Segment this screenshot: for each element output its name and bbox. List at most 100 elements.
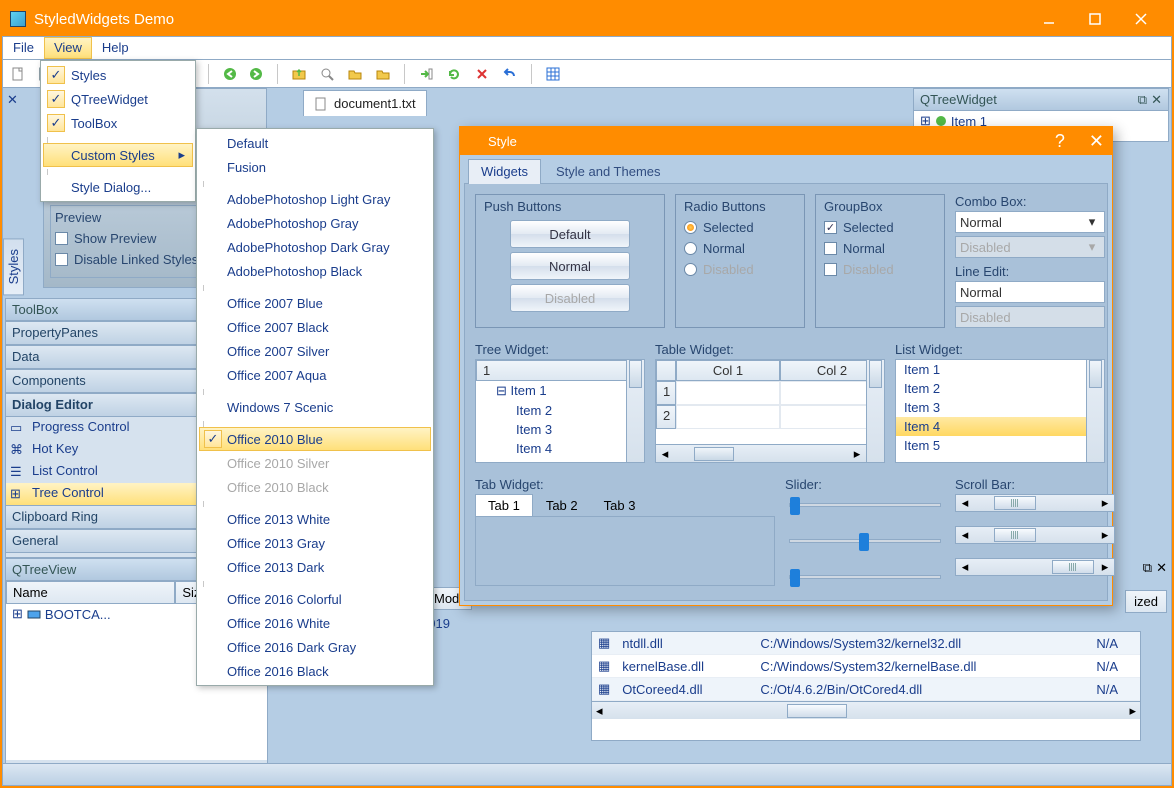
tree-widget[interactable]: 1 ⊟ Item 1 Item 2 Item 3 Item 4 [475,359,645,463]
style-option[interactable]: Office 2016 Dark Gray [199,635,431,659]
menu-help[interactable]: Help [92,37,139,59]
table-row[interactable]: ▦kernelBase.dllC:/Windows/System32/kerne… [592,655,1140,678]
style-option[interactable]: Office 2007 Blue [199,291,431,315]
side-tab-styles[interactable]: Styles [3,238,24,295]
folder-up-icon[interactable] [288,63,310,85]
table-row[interactable]: ▦ntdll.dllC:/Windows/System32/kernel32.d… [592,632,1140,655]
radio-selected[interactable]: Selected [684,220,796,235]
tab-widgets[interactable]: Widgets [468,159,541,184]
scrollbar-horizontal[interactable]: ◂▸ [656,444,866,462]
scrollbar-vertical[interactable] [866,360,884,462]
check-selected[interactable]: Selected [824,220,936,235]
style-option[interactable]: Fusion [199,155,431,179]
list-item[interactable]: Item 2 [896,379,1104,398]
scrollbar-demo-1[interactable]: ◂▸ [955,494,1115,512]
slider-2[interactable] [785,530,945,552]
dialog-close-button[interactable]: ✕ [1089,131,1104,152]
close-icon[interactable]: ✕ [1151,92,1162,108]
document-tab[interactable]: document1.txt [303,90,427,116]
tab-style-themes[interactable]: Style and Themes [543,159,674,184]
style-option[interactable]: AdobePhotoshop Dark Gray [199,235,431,259]
style-option[interactable]: Default [199,131,431,155]
table-row[interactable]: ▦OtCoreed4.dllC:/Ot/4.6.2/Bin/OtCored4.d… [592,678,1140,701]
delete-icon[interactable] [471,63,493,85]
tree-node[interactable]: Item 3 [476,420,644,439]
radio-normal[interactable]: Normal [684,241,796,256]
open-folder-icon[interactable] [344,63,366,85]
menu-file[interactable]: File [3,37,44,59]
menu-view[interactable]: View [44,37,92,59]
style-option[interactable]: Office 2016 Black [199,659,431,683]
check-normal[interactable]: Normal [824,241,936,256]
scrollbar-vertical[interactable] [1086,360,1104,462]
open-folder2-icon[interactable] [372,63,394,85]
style-option[interactable]: Office 2016 White [199,611,431,635]
close-icon[interactable]: ✕ [1156,560,1167,576]
lineedit-normal[interactable]: Normal [955,281,1105,303]
scrollbar-vertical[interactable] [626,360,644,462]
style-option[interactable]: Office 2013 White [199,507,431,531]
dialog-tabstrip: Widgets Style and Themes [464,159,1108,184]
menu-item-toolbox[interactable]: ✓ToolBox [43,111,193,135]
push-default-button[interactable]: Default [510,220,630,248]
search-icon[interactable] [316,63,338,85]
slider-3[interactable] [785,566,945,588]
combo-disabled: Disabled▾ [955,236,1105,258]
scrollbar-demo-3[interactable]: ◂▸ [955,558,1115,576]
back-icon[interactable] [219,63,241,85]
style-option[interactable]: Office 2007 Black [199,315,431,339]
maximize-button[interactable] [1072,2,1118,36]
hotkey-icon: ⌘ [10,442,26,458]
list-item[interactable]: Item 3 [896,398,1104,417]
style-option[interactable]: Office 2007 Silver [199,339,431,363]
style-option[interactable]: ✓Office 2010 Blue [199,427,431,451]
style-option[interactable]: Office 2013 Gray [199,531,431,555]
file-table-hscroll[interactable]: ◂▸ [592,701,1140,719]
sized-tab[interactable]: ized [1125,590,1167,613]
style-option[interactable]: Office 2007 Aqua [199,363,431,387]
pin-icon[interactable]: ⧉ [1143,560,1152,576]
small-tab-2[interactable]: Tab 2 [533,494,591,517]
tree-node[interactable]: ⊟ Item 1 [476,381,644,401]
small-tab-1[interactable]: Tab 1 [475,494,533,517]
style-option[interactable]: Office 2013 Dark [199,555,431,579]
style-option[interactable]: Office 2016 Colorful [199,587,431,611]
table-widget[interactable]: Col 1 Col 2 1 2 ◂▸ [655,359,885,463]
scrollbar-demo-2[interactable]: ◂▸ [955,526,1115,544]
title-bar: StyledWidgets Demo [2,2,1172,36]
style-option[interactable]: AdobePhotoshop Black [199,259,431,283]
combo-normal[interactable]: Normal▾ [955,211,1105,233]
small-tab-3[interactable]: Tab 3 [591,494,649,517]
help-button[interactable]: ? [1055,131,1065,152]
grid-icon[interactable] [542,63,564,85]
forward-icon[interactable] [245,63,267,85]
group-groupbox: GroupBox Selected Normal Disabled [815,194,945,328]
push-normal-button[interactable]: Normal [510,252,630,280]
refresh-icon[interactable] [443,63,465,85]
client-area: ✕ Styles Preview Show Preview Disable Li… [2,88,1172,764]
tree-node[interactable]: Item 4 [476,439,644,458]
undo-icon[interactable] [499,63,521,85]
expand-icon[interactable]: ⊞ [12,606,23,622]
column-name[interactable]: Name [6,581,175,604]
list-item[interactable]: Item 5 [896,436,1104,455]
close-pane-icon[interactable]: ✕ [7,92,18,108]
close-button[interactable] [1118,2,1164,36]
style-option[interactable]: Windows 7 Scenic [199,395,431,419]
menu-item-style-dialog[interactable]: Style Dialog... [43,175,193,199]
minimize-button[interactable] [1026,2,1072,36]
menu-item-qtreewidget[interactable]: ✓QTreeWidget [43,87,193,111]
style-option[interactable]: AdobePhotoshop Gray [199,211,431,235]
style-option[interactable]: AdobePhotoshop Light Gray [199,187,431,211]
tree-widget-label: Tree Widget: [475,342,645,357]
export-icon[interactable] [415,63,437,85]
slider-1[interactable] [785,494,945,516]
list-widget[interactable]: Item 1 Item 2 Item 3 Item 4 Item 5 [895,359,1105,463]
list-item[interactable]: Item 4 [896,417,1104,436]
new-doc-icon[interactable] [7,63,29,85]
tree-node[interactable]: Item 2 [476,401,644,420]
list-item[interactable]: Item 1 [896,360,1104,379]
menu-item-custom-styles[interactable]: Custom Styles▸ [43,143,193,167]
menu-item-styles[interactable]: ✓Styles [43,63,193,87]
pin-icon[interactable]: ⧉ [1138,92,1147,108]
